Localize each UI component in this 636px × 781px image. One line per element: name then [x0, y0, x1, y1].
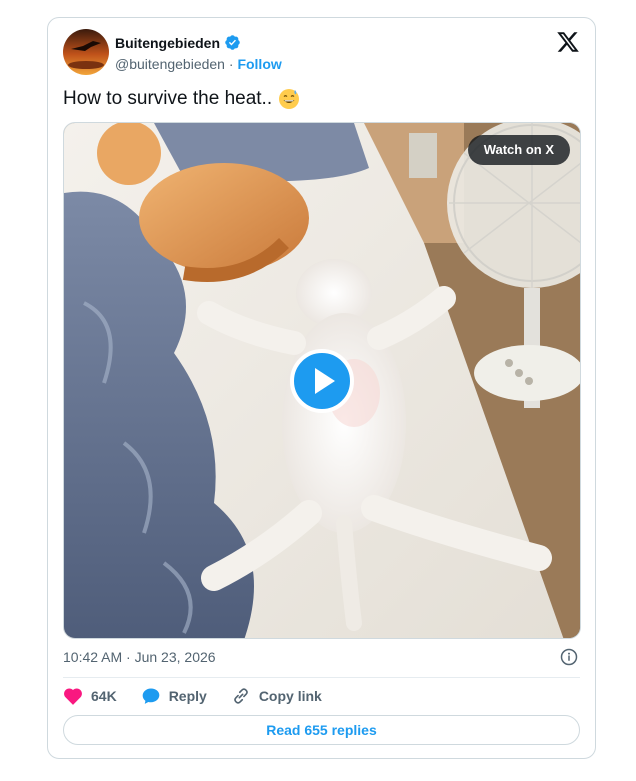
copy-link-label: Copy link: [258, 688, 322, 704]
read-replies-button[interactable]: Read 655 replies: [63, 715, 580, 745]
play-button[interactable]: [290, 349, 354, 413]
like-count: 64K: [91, 688, 117, 704]
tweet-text: How to survive the heat..: [63, 88, 273, 109]
verified-badge-icon: [224, 34, 241, 51]
play-icon: [315, 368, 335, 394]
author-name[interactable]: Buitengebieden: [115, 35, 220, 51]
x-logo-icon[interactable]: [556, 30, 580, 54]
reply-button[interactable]: Reply: [141, 686, 207, 706]
heart-icon: [64, 688, 82, 705]
follow-button[interactable]: Follow: [237, 56, 281, 72]
grinning-sweat-emoji-icon: [278, 88, 300, 110]
reply-label: Reply: [168, 688, 207, 704]
avatar[interactable]: [63, 29, 109, 75]
author-name-row: Buitengebieden: [115, 34, 241, 51]
author-handle-row: @buitengebieden · Follow: [115, 56, 282, 72]
tweet-timestamp[interactable]: 10:42 AM · Jun 23, 2026: [63, 649, 216, 665]
separator-dot: ·: [228, 56, 234, 72]
video-thumbnail[interactable]: Watch on X: [63, 122, 581, 639]
watch-on-x-button[interactable]: Watch on X: [467, 135, 570, 165]
reply-bubble-icon: [142, 688, 160, 704]
tweet-card: Buitengebieden @buitengebieden · Follow …: [47, 17, 596, 759]
tweet-actions: 64K Reply Copy link: [63, 685, 346, 707]
copy-link-button[interactable]: Copy link: [231, 686, 322, 706]
link-icon: [233, 688, 248, 704]
tweet-text-row: How to survive the heat..: [63, 88, 300, 110]
like-button[interactable]: 64K: [63, 686, 117, 706]
author-handle[interactable]: @buitengebieden: [115, 56, 225, 72]
divider: [63, 677, 580, 678]
info-icon[interactable]: [560, 648, 578, 666]
